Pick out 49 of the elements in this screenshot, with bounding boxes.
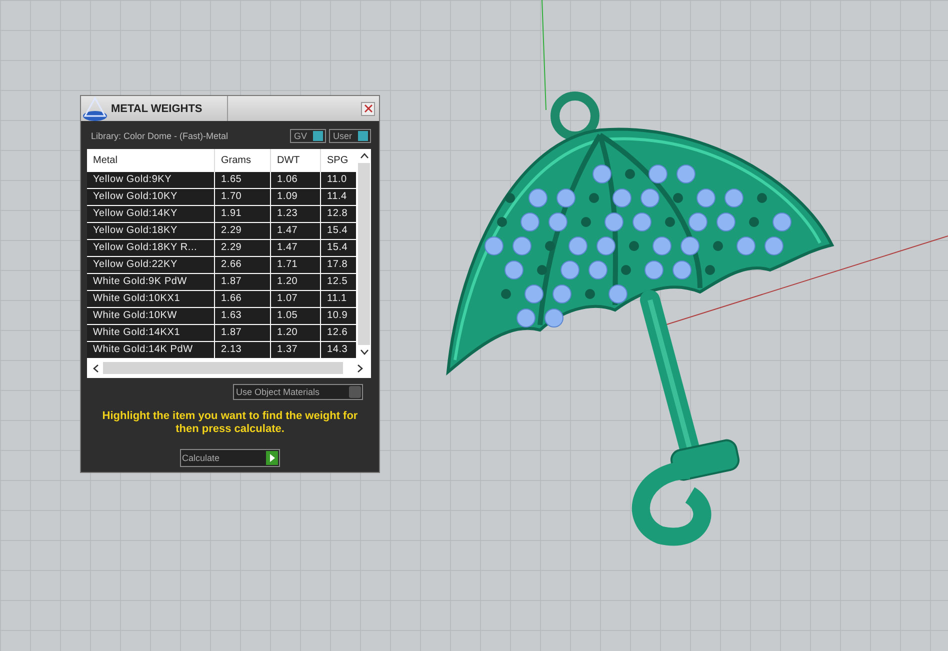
table-cell: 1.70 (215, 189, 271, 205)
table-cell: 1.05 (271, 308, 321, 324)
table-cell: White Gold:9K PdW (87, 274, 215, 290)
table-cell: 1.09 (271, 189, 321, 205)
scroll-down-icon[interactable] (360, 349, 368, 355)
table-cell: White Gold:10KW (87, 308, 215, 324)
table-cell: Yellow Gold:10KY (87, 189, 215, 205)
table-cell: 2.29 (215, 240, 271, 256)
instruction-text: Highlight the item you want to find the weight for then press calculate. (101, 410, 359, 436)
table-cell: 2.29 (215, 223, 271, 239)
toggle-switch[interactable]: User (328, 129, 371, 143)
table-cell: 1.87 (215, 325, 271, 341)
table-cell: 1.37 (271, 342, 321, 358)
table-cell: 1.66 (215, 291, 271, 307)
window-title: METAL WEIGHTS (111, 96, 228, 121)
table-cell: 1.65 (215, 172, 271, 188)
table-cell: Yellow Gold:18KY R... (87, 240, 215, 256)
use-object-materials-toggle[interactable]: Use Object Materials (233, 384, 363, 400)
table-cell: 1.87 (215, 274, 271, 290)
table-cell: Yellow Gold:22KY (87, 257, 215, 273)
table-cell: Yellow Gold:18KY (87, 223, 215, 239)
toggle-switch[interactable]: GV (290, 129, 326, 143)
table-cell: 1.07 (271, 291, 321, 307)
table-cell: 1.91 (215, 206, 271, 222)
close-button[interactable] (361, 102, 375, 116)
table-cell: White Gold:14K PdW (87, 342, 215, 358)
library-label: Library: Color Dome - (Fast)-Metal (91, 131, 228, 141)
table-cell: 1.06 (271, 172, 321, 188)
table-cell: 1.20 (271, 274, 321, 290)
scroll-up-icon[interactable] (360, 153, 368, 159)
cone-logo-icon (81, 96, 109, 122)
table-cell: 1.63 (215, 308, 271, 324)
table-cell: 1.47 (271, 223, 321, 239)
table-cell: 1.71 (271, 257, 321, 273)
play-icon (266, 451, 278, 465)
scroll-left-icon[interactable] (93, 364, 99, 372)
table-cell: White Gold:10KX1 (87, 291, 215, 307)
table-cell: 1.20 (271, 325, 321, 341)
table-cell: Yellow Gold:14KY (87, 206, 215, 222)
table-cell: Yellow Gold:9KY (87, 172, 215, 188)
table-cell: White Gold:14KX1 (87, 325, 215, 341)
table-cell: 2.66 (215, 257, 271, 273)
calculate-button[interactable]: Calculate (180, 449, 280, 467)
table-cell: 2.13 (215, 342, 271, 358)
table-cell: 1.47 (271, 240, 321, 256)
column-header[interactable]: SPG (321, 149, 357, 172)
close-icon (364, 104, 372, 113)
scroll-right-icon[interactable] (357, 364, 363, 372)
table-cell: 1.23 (271, 206, 321, 222)
